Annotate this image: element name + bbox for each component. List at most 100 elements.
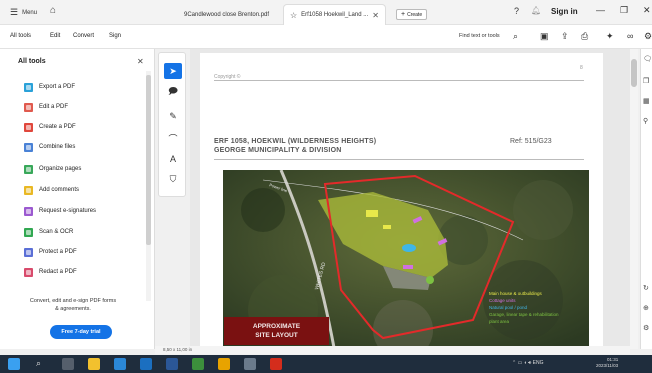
map-title-box: APPROXIMATE SITE LAYOUT bbox=[224, 317, 329, 345]
panel-scrollbar[interactable] bbox=[146, 71, 151, 301]
status-bar: 8,50 x 11,00 in bbox=[155, 346, 630, 354]
promo-text: Convert, edit and e-sign PDF forms & agr… bbox=[29, 298, 117, 312]
settings-icon[interactable]: ⚙ bbox=[644, 31, 652, 42]
quick-tools-bar: ➤ 🗩︎ ✎ ⌒ A ⛉ bbox=[158, 52, 186, 197]
free-trial-button[interactable]: Free 7-day trial bbox=[50, 325, 112, 339]
tool-redact-pdf[interactable]: Redact a PDF bbox=[24, 265, 77, 279]
find-text-or-tools[interactable]: Find text or tools bbox=[459, 33, 500, 39]
text-box-icon[interactable]: A bbox=[164, 151, 182, 167]
panel-title: All tools bbox=[18, 58, 46, 65]
hamburger-icon: ☰ bbox=[10, 7, 19, 17]
upload-icon[interactable]: ⇪ bbox=[561, 31, 569, 42]
close-tab-icon[interactable]: ✕ bbox=[372, 11, 379, 20]
main-house-marker bbox=[366, 210, 378, 217]
thumbnails-icon[interactable]: ▦ bbox=[643, 97, 650, 105]
protect-pdf-icon bbox=[24, 247, 33, 257]
legend-item: plant area bbox=[489, 319, 510, 324]
print-icon[interactable]: ⎙ bbox=[581, 31, 588, 42]
scan-ocr-icon bbox=[24, 227, 33, 237]
panel-scroll-thumb[interactable] bbox=[146, 75, 151, 245]
tool-combine-files[interactable]: Combine files bbox=[24, 140, 75, 154]
tool-scan-ocr[interactable]: Scan & OCR bbox=[24, 225, 73, 239]
document-viewer[interactable]: 8 Copyright © ERF 1058, HOEKWIL (WILDERN… bbox=[190, 49, 630, 349]
link-icon[interactable]: ∞ bbox=[627, 31, 633, 41]
chrome-icon[interactable] bbox=[218, 358, 230, 370]
select-cursor-icon[interactable]: ➤ bbox=[164, 63, 182, 79]
legend-item: Cottage units bbox=[489, 298, 516, 303]
outbuilding-marker bbox=[383, 225, 391, 229]
clock[interactable]: 01:31 2023/11/03 bbox=[596, 357, 618, 369]
page-marker: 8 bbox=[580, 65, 583, 71]
title-bar: ☰ Menu ⌂ 9Candlewood close Brenton.pdf ☆… bbox=[0, 0, 652, 25]
plus-icon: + bbox=[401, 11, 406, 18]
attachments-icon[interactable]: ⚲ bbox=[643, 117, 648, 125]
settings-app-icon[interactable] bbox=[244, 358, 256, 370]
tool-protect-pdf[interactable]: Protect a PDF bbox=[24, 245, 77, 259]
search-icon[interactable]: ⌕ bbox=[513, 31, 518, 42]
tool-edit-pdf[interactable]: Edit a PDF bbox=[24, 100, 68, 114]
windows-start-icon[interactable] bbox=[8, 358, 20, 370]
tab-document-1[interactable]: 9Candlewood close Brenton.pdf bbox=[178, 4, 275, 25]
document-scrollbar[interactable] bbox=[630, 49, 638, 349]
create-tab-button[interactable]: + Create bbox=[396, 9, 428, 20]
pdf-page: 8 Copyright © ERF 1058, HOEKWIL (WILDERN… bbox=[200, 53, 603, 349]
edge-browser-icon[interactable] bbox=[140, 358, 152, 370]
acrobat-icon[interactable] bbox=[270, 358, 282, 370]
minimize-icon[interactable]: — bbox=[596, 5, 605, 15]
comment-panel-icon[interactable]: 🗨︎ bbox=[643, 55, 652, 63]
search-icon[interactable]: ⌕ bbox=[36, 358, 48, 370]
save-icon[interactable]: ▣ bbox=[540, 31, 549, 42]
toolbar-edit[interactable]: Edit bbox=[50, 33, 60, 39]
organize-pages-icon bbox=[24, 164, 33, 174]
export-pdf-icon bbox=[24, 82, 33, 92]
document-title-line2: GEORGE MUNICIPALITY & DIVISION bbox=[214, 147, 342, 154]
combine-files-icon bbox=[24, 142, 33, 152]
all-tools-panel: All tools ✕ Export a PDF Edit a PDF Crea… bbox=[0, 49, 155, 349]
legend-item: Garage, linear tape & rehabilitation bbox=[489, 312, 559, 317]
pond-marker bbox=[402, 244, 416, 252]
file-explorer-icon[interactable] bbox=[88, 358, 100, 370]
excel-icon[interactable] bbox=[192, 358, 204, 370]
mail-icon[interactable] bbox=[114, 358, 126, 370]
comment-icon[interactable]: 🗩︎ bbox=[164, 84, 182, 100]
tool-add-comments[interactable]: Add comments bbox=[24, 183, 79, 197]
notification-bell-icon[interactable]: 🔔︎ bbox=[531, 6, 541, 15]
toolbar-sign[interactable]: Sign bbox=[109, 33, 121, 39]
document-title-line1: ERF 1058, HOEKWIL (WILDERNESS HEIGHTS) bbox=[214, 138, 377, 145]
bookmark-icon[interactable]: ❐ bbox=[643, 77, 649, 85]
system-tray[interactable]: ⌃ ▭ ◖ 🔊︎ ENG bbox=[512, 360, 543, 366]
create-pdf-icon bbox=[24, 122, 33, 132]
tool-organize-pages[interactable]: Organize pages bbox=[24, 162, 81, 176]
close-window-icon[interactable]: ✕ bbox=[643, 5, 651, 16]
tab-document-2[interactable]: ☆ Erf1058 Hoekwil_Land ... ✕ bbox=[283, 4, 386, 25]
home-icon[interactable]: ⌂ bbox=[50, 5, 56, 16]
stamp-icon[interactable]: ⛉ bbox=[164, 171, 182, 187]
tool-create-pdf[interactable]: Create a PDF bbox=[24, 120, 76, 134]
toolbar-convert[interactable]: Convert bbox=[73, 33, 94, 39]
star-icon[interactable]: ☆ bbox=[290, 11, 297, 20]
help-icon[interactable]: ? bbox=[514, 6, 519, 16]
add-comments-icon bbox=[24, 185, 33, 195]
maximize-icon[interactable]: ❐ bbox=[620, 5, 628, 16]
close-panel-icon[interactable]: ✕ bbox=[137, 57, 144, 66]
menu-button[interactable]: ☰ Menu bbox=[10, 7, 37, 18]
legend-item: Natural pool / pond bbox=[489, 305, 528, 310]
divider bbox=[214, 159, 584, 160]
tool-request-esignatures[interactable]: Request e-signatures bbox=[24, 204, 96, 218]
word-icon[interactable] bbox=[166, 358, 178, 370]
refresh-icon[interactable]: ↻ bbox=[643, 284, 649, 292]
windows-taskbar: ⌕ ⌃ ▭ ◖ 🔊︎ ENG 01:31 2023/11/03 bbox=[0, 355, 652, 373]
right-tool-rail: 🗨︎ ❐ ▦ ⚲ ↻ ⊕ ⚙ bbox=[640, 49, 652, 349]
draw-curve-icon[interactable]: ⌒ bbox=[164, 130, 182, 146]
plant-area-marker bbox=[426, 276, 434, 284]
zoom-icon[interactable]: ⊕ bbox=[643, 304, 649, 312]
cottage-marker bbox=[403, 265, 413, 269]
toolbar-all-tools[interactable]: All tools bbox=[10, 33, 31, 39]
ai-assistant-icon[interactable]: ✦ bbox=[606, 31, 614, 42]
sign-in-button[interactable]: Sign in bbox=[551, 7, 578, 16]
task-view-icon[interactable] bbox=[62, 358, 74, 370]
document-scroll-thumb[interactable] bbox=[631, 59, 637, 87]
pencil-icon[interactable]: ✎ bbox=[164, 108, 182, 124]
tool-export-pdf[interactable]: Export a PDF bbox=[24, 80, 75, 94]
settings-icon[interactable]: ⚙ bbox=[643, 324, 649, 332]
